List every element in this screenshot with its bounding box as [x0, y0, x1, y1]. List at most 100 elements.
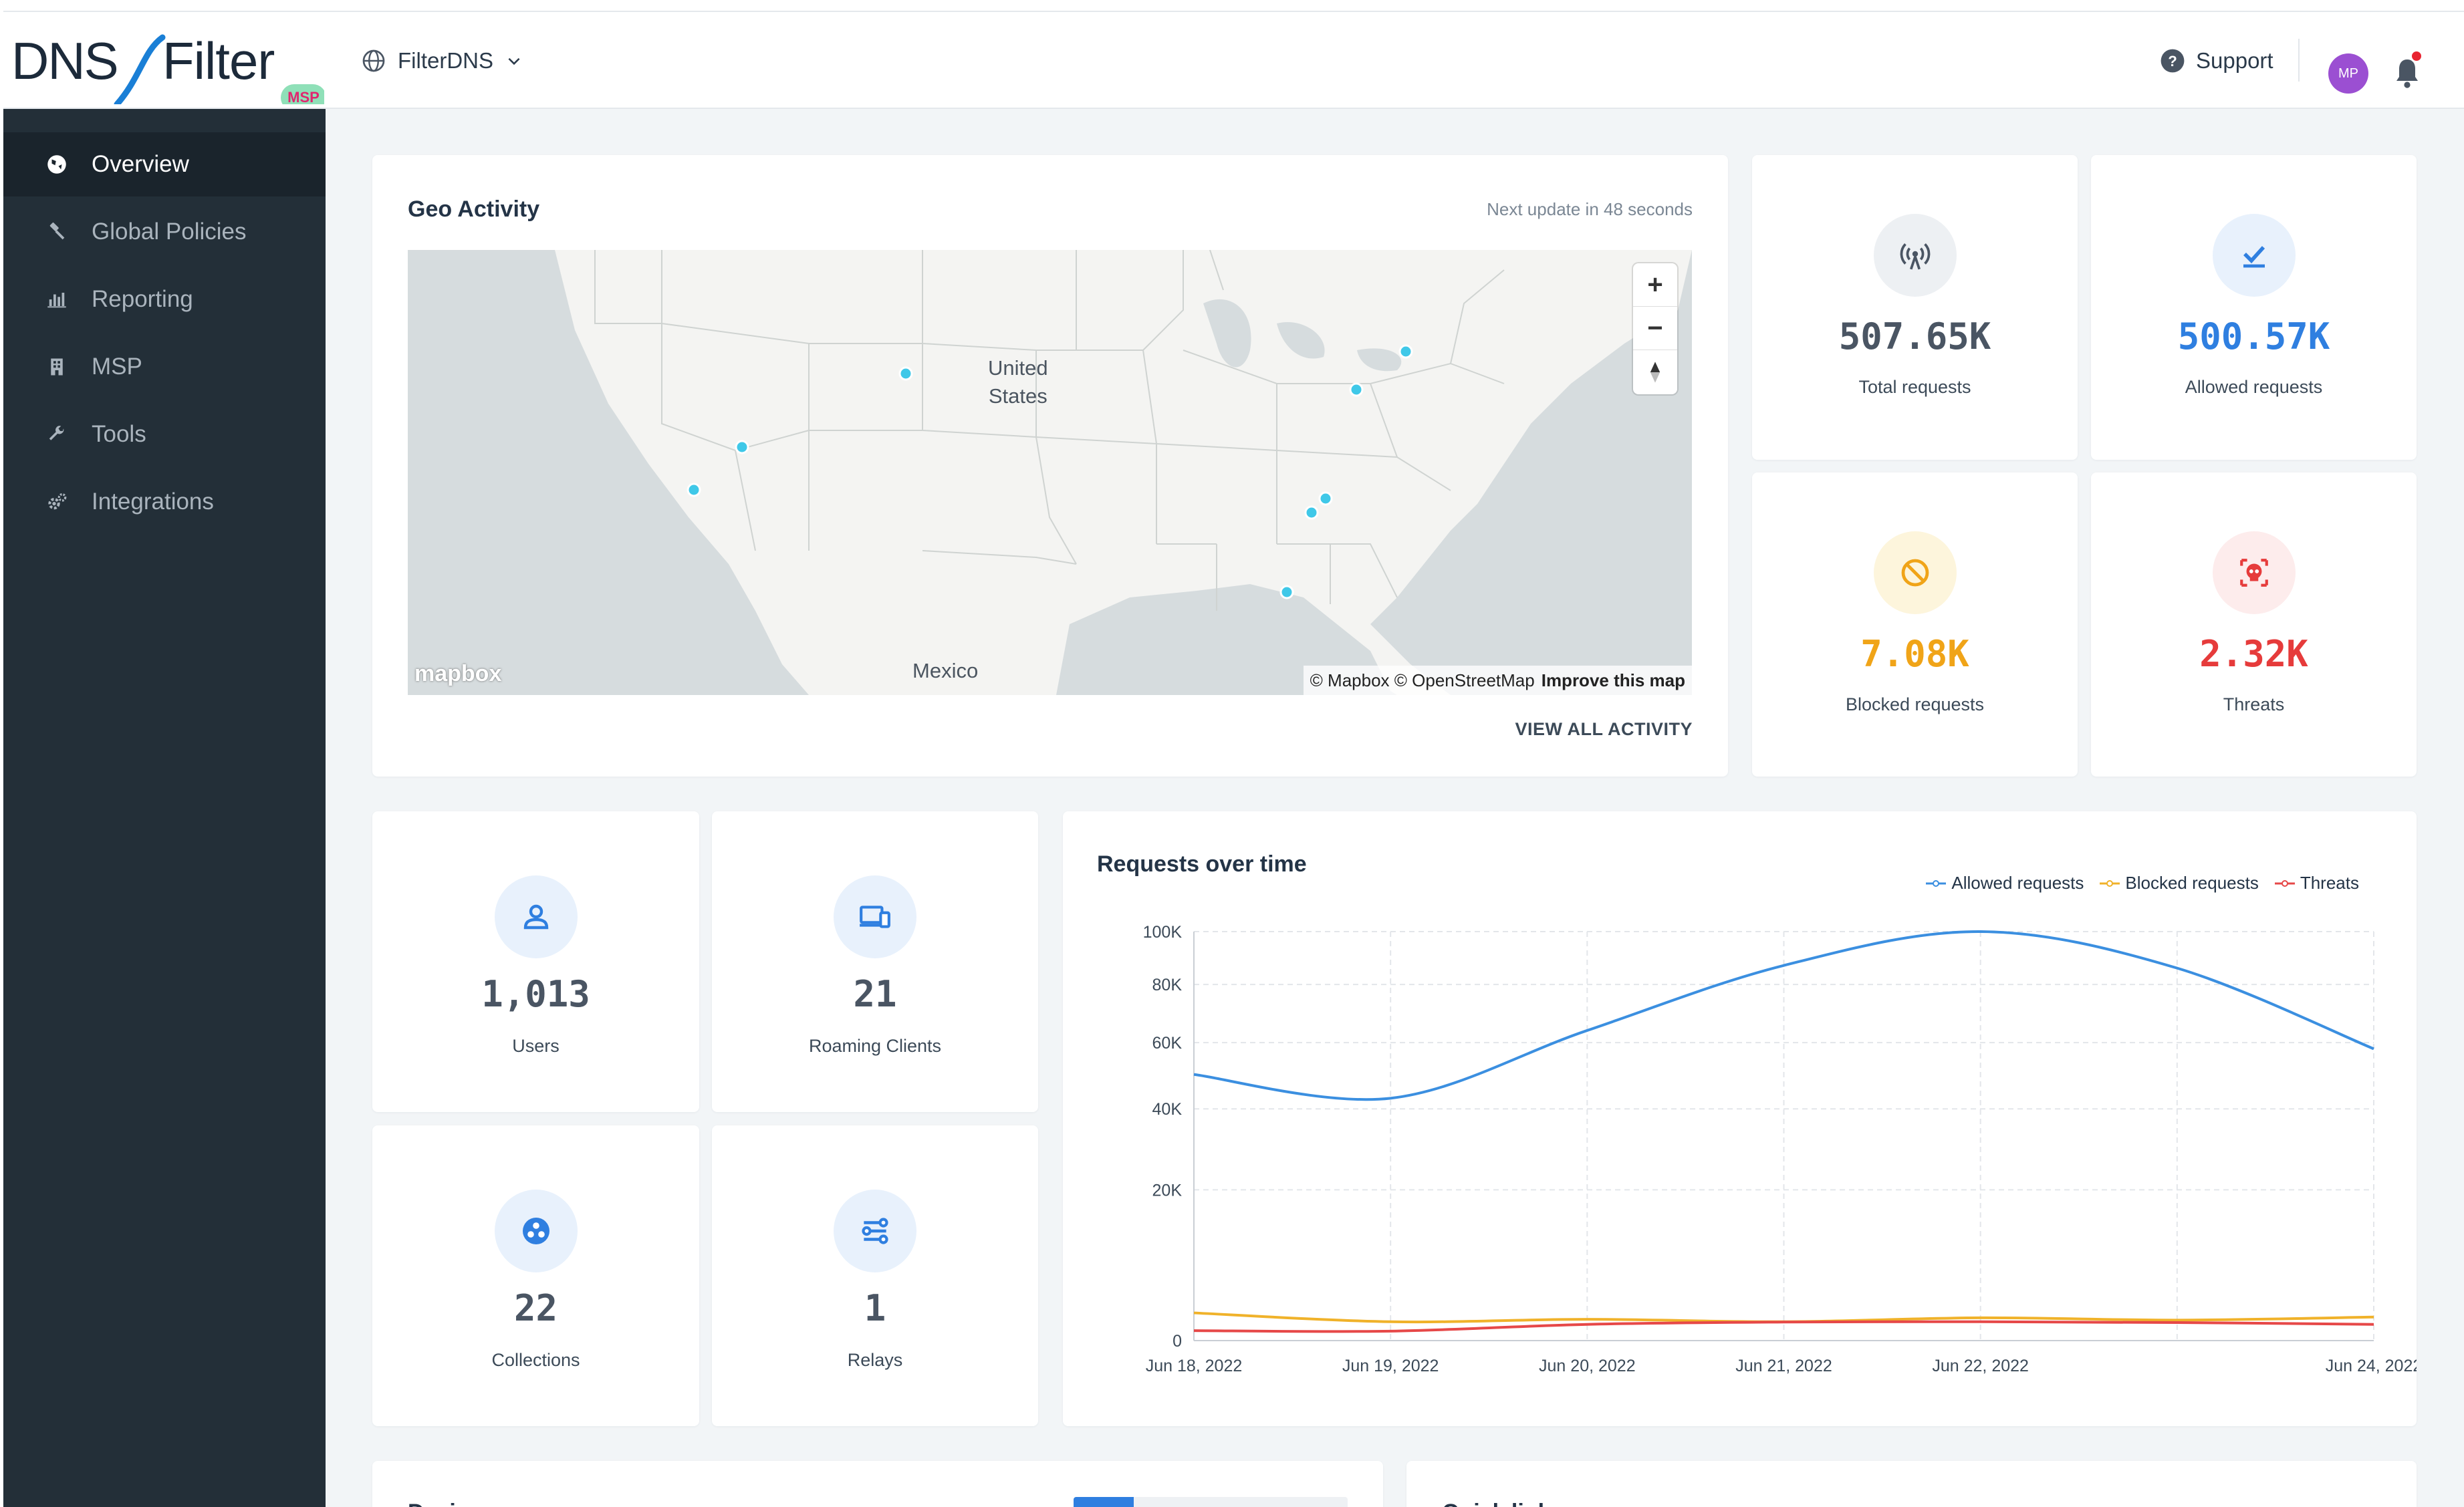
attribution-text[interactable]: © Mapbox © OpenStreetMap: [1310, 670, 1535, 691]
roaming-clients-card[interactable]: 21 Roaming Clients: [712, 811, 1038, 1112]
y-tick-label: 100K: [1143, 923, 1183, 942]
bar-chart-icon: [45, 287, 69, 311]
threats-card[interactable]: 2.32K Threats: [2091, 472, 2417, 777]
relay-icon: [834, 1190, 916, 1272]
geo-activity-title: Geo Activity: [408, 196, 540, 222]
sidebar-nav: Overview Global Policies Reporting MSP T…: [3, 109, 326, 1507]
next-update-text: Next update in 48 seconds: [1487, 199, 1693, 219]
sidebar-item-global-policies[interactable]: Global Policies: [3, 200, 326, 264]
sidebar-item-label: Overview: [92, 151, 189, 177]
svg-text:?: ?: [2168, 53, 2177, 70]
zoom-in-button[interactable]: +: [1633, 263, 1677, 307]
total-requests-label: Total requests: [1858, 377, 1971, 397]
users-label: Users: [512, 1036, 560, 1056]
svg-text:Filter: Filter: [162, 31, 274, 90]
support-label: Support: [2196, 48, 2273, 73]
sidebar-item-label: Integrations: [92, 489, 214, 515]
threats-label: Threats: [2223, 694, 2285, 714]
header-divider: [2298, 39, 2300, 82]
x-tick-label: Jun 19, 2022: [1342, 1357, 1439, 1375]
skull-icon: [2212, 531, 2296, 614]
mapbox-logo-text: mapbox: [414, 661, 502, 686]
total-requests-card[interactable]: 507.65K Total requests: [1752, 155, 2078, 460]
quick-links-title: Quick links: [1442, 1500, 1563, 1507]
activity-dot: [735, 440, 749, 454]
map-canvas: [408, 250, 1692, 695]
users-card[interactable]: 1,013 Users: [372, 811, 699, 1112]
improve-map-link[interactable]: Improve this map: [1542, 670, 1685, 691]
activity-dot: [1349, 382, 1364, 397]
organization-name: FilterDNS: [398, 48, 494, 73]
sidebar-item-integrations[interactable]: Integrations: [3, 470, 326, 534]
blocked-icon: [1873, 531, 1957, 614]
user-avatar[interactable]: MP: [2328, 53, 2368, 94]
globe-icon: [45, 152, 69, 176]
building-icon: [45, 355, 69, 379]
sidebar-item-label: Tools: [92, 421, 146, 447]
notification-dot: [2410, 49, 2423, 63]
organization-switcher[interactable]: FilterDNS: [362, 44, 523, 78]
toggle-group[interactable]: [1074, 1497, 1348, 1507]
sidebar-item-overview[interactable]: Overview: [3, 132, 326, 196]
gavel-icon: [45, 220, 69, 244]
relays-label: Relays: [847, 1350, 903, 1370]
help-circle-icon: ?: [2161, 49, 2185, 73]
y-tick-label: 80K: [1152, 976, 1183, 994]
sidebar-item-label: Reporting: [92, 286, 193, 312]
msp-badge: MSP: [287, 89, 320, 104]
relays-card[interactable]: 1 Relays: [712, 1125, 1038, 1426]
map-attribution: © Mapbox © OpenStreetMap Improve this ma…: [1303, 666, 1692, 695]
blocked-requests-card[interactable]: 7.08K Blocked requests: [1752, 472, 2078, 777]
relays-count: 1: [864, 1287, 886, 1329]
activity-dot: [898, 366, 913, 381]
allowed-requests-label: Allowed requests: [2185, 377, 2323, 397]
x-tick-label: Jun 18, 2022: [1146, 1357, 1243, 1375]
devices-icon: [834, 875, 916, 958]
map-zoom-controls: + −: [1633, 263, 1677, 394]
sidebar-item-msp[interactable]: MSP: [3, 335, 326, 399]
blocked-requests-value: 7.08K: [1860, 633, 1969, 675]
allowed-requests-card[interactable]: 500.57K Allowed requests: [2091, 155, 2417, 460]
map-label-united-states: United States: [988, 356, 1048, 408]
x-tick-label: Jun 20, 2022: [1539, 1357, 1636, 1375]
allowed-requests-value: 500.57K: [2177, 315, 2330, 358]
users-count: 1,013: [481, 973, 590, 1015]
sidebar-item-label: MSP: [92, 354, 142, 380]
toggle-active-segment[interactable]: [1074, 1497, 1134, 1507]
y-tick-label: 0: [1173, 1332, 1182, 1351]
activity-dot: [1304, 505, 1319, 520]
sidebar-item-tools[interactable]: Tools: [3, 402, 326, 466]
check-icon: [2212, 214, 2296, 297]
chevron-down-icon: [508, 57, 520, 65]
blocked-requests-label: Blocked requests: [1845, 694, 1985, 714]
globe-icon: [362, 49, 385, 72]
sidebar-item-reporting[interactable]: Reporting: [3, 267, 326, 331]
threats-value: 2.32K: [2199, 633, 2308, 675]
support-link[interactable]: ? Support: [2160, 44, 2273, 78]
geo-activity-map[interactable]: United States Mexico + − mapbox © Mapbox…: [408, 250, 1692, 695]
y-tick-label: 40K: [1152, 1100, 1183, 1119]
collections-label: Collections: [491, 1350, 580, 1370]
zoom-out-button[interactable]: −: [1633, 307, 1677, 350]
activity-dot: [687, 483, 701, 497]
collections-count: 22: [513, 1287, 558, 1329]
top-header: DNS Filter MSP FilterDNS ? Support MP: [3, 11, 2464, 109]
compass-button[interactable]: [1633, 350, 1677, 394]
requests-line-chart: 0 20K 40K 60K 80K 100K Jun 18, 2022 Jun 19, 202…: [1143, 923, 2417, 1375]
total-requests-value: 507.65K: [1838, 315, 1991, 358]
antenna-icon: [1873, 214, 1957, 297]
x-tick-label: Jun 22, 2022: [1932, 1357, 2029, 1375]
roaming-clients-count: 21: [853, 973, 897, 1015]
activity-dot: [1318, 491, 1333, 506]
devices-card: Devices: [372, 1461, 1383, 1507]
quick-links-card: Quick links: [1406, 1461, 2417, 1507]
activity-dot: [1279, 585, 1294, 599]
x-tick-label: Jun 21, 2022: [1735, 1357, 1832, 1375]
view-all-activity-link[interactable]: VIEW ALL ACTIVITY: [1515, 719, 1693, 740]
user-icon: [494, 875, 578, 958]
cogs-icon: [45, 490, 69, 514]
x-tick-label: Jun 24, 2022: [2326, 1357, 2417, 1375]
collections-card[interactable]: 22 Collections: [372, 1125, 699, 1426]
mapbox-logo[interactable]: mapbox: [414, 661, 501, 687]
dnsfilter-logo[interactable]: DNS Filter MSP: [10, 24, 324, 104]
